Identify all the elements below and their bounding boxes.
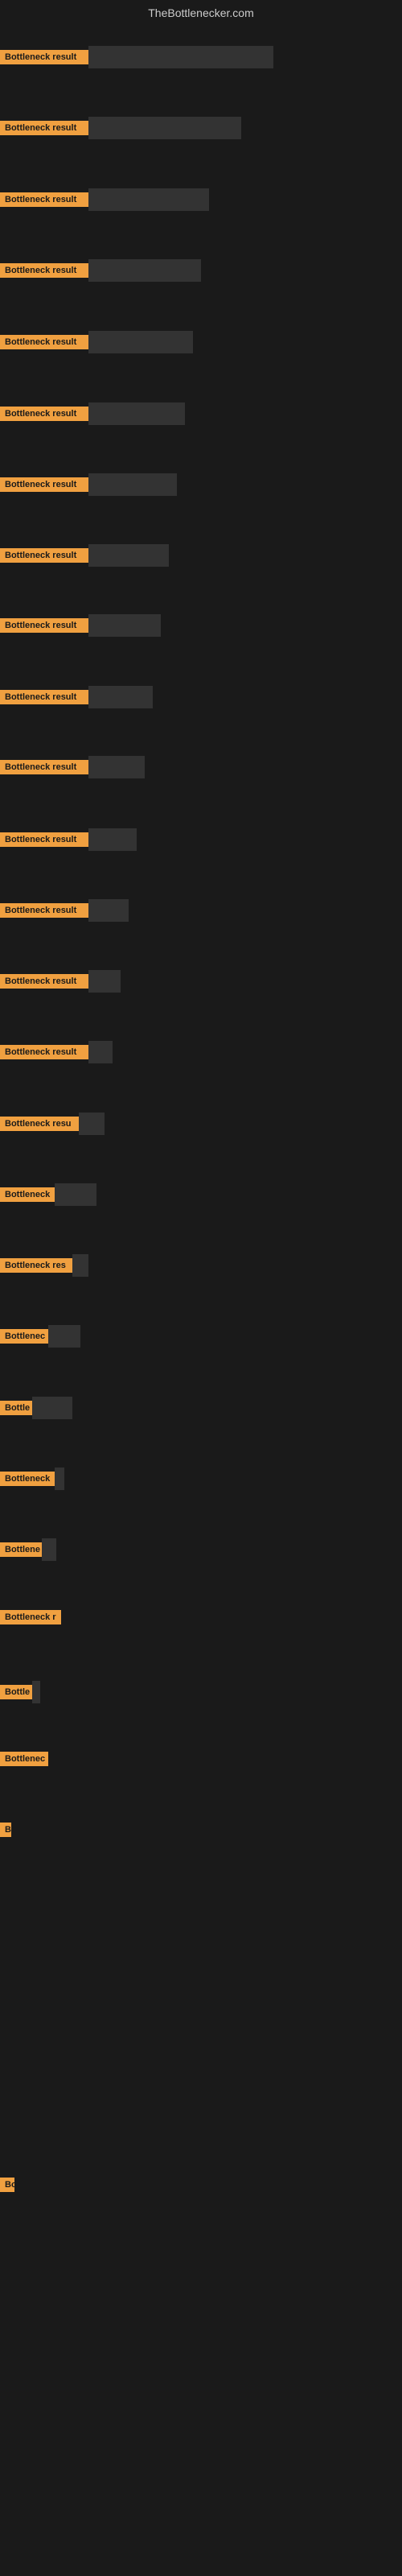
- bottleneck-result-label: Bottleneck result: [0, 477, 88, 492]
- bottleneck-bar: [88, 259, 201, 282]
- list-item: Bottleneck result: [0, 899, 129, 922]
- list-item: Bottleneck result: [0, 828, 137, 851]
- bottleneck-result-label: Bottleneck result: [0, 121, 88, 135]
- list-item: Bottleneck resu: [0, 1113, 105, 1135]
- bottleneck-result-label: Bottle: [0, 1401, 32, 1415]
- list-item: Bottlenec: [0, 1752, 48, 1766]
- bottleneck-result-label: Bottlene: [0, 1542, 42, 1557]
- bottleneck-result-label: Bottlenec: [0, 1329, 48, 1344]
- bottleneck-bar: [42, 1538, 56, 1561]
- bottleneck-result-label: Bottleneck result: [0, 618, 88, 633]
- bottleneck-result-label: Bottle: [0, 1685, 32, 1699]
- bottleneck-bar: [88, 46, 273, 68]
- list-item: Bottleneck result: [0, 473, 177, 496]
- bottleneck-bar: [79, 1113, 105, 1135]
- bottleneck-result-label: Bottleneck result: [0, 760, 88, 774]
- bottleneck-result-label: Bottleneck r: [0, 1610, 61, 1624]
- bottleneck-bar: [88, 970, 121, 993]
- list-item: Bottleneck r: [0, 1610, 61, 1624]
- bottleneck-bar: [88, 1041, 113, 1063]
- bottleneck-bar: [32, 1681, 40, 1703]
- bottleneck-bar: [32, 1397, 72, 1419]
- list-item: Bottleneck result: [0, 259, 201, 282]
- bottleneck-bar: [88, 686, 153, 708]
- bottleneck-bar: [88, 188, 209, 211]
- list-item: Bottleneck res: [0, 1254, 88, 1277]
- list-item: Bottleneck result: [0, 756, 145, 778]
- bottleneck-bar: [88, 614, 161, 637]
- list-item: Bottleneck result: [0, 188, 209, 211]
- bottleneck-bar: [55, 1183, 96, 1206]
- bottleneck-result-label: Bottleneck result: [0, 974, 88, 989]
- list-item: Bottleneck result: [0, 614, 161, 637]
- bottleneck-result-label: Bottleneck result: [0, 903, 88, 918]
- bottleneck-result-label: Bottleneck result: [0, 1045, 88, 1059]
- bottleneck-result-label: Bottleneck result: [0, 832, 88, 847]
- list-item: Bottleneck result: [0, 46, 273, 68]
- list-item: Bottleneck: [0, 1468, 64, 1490]
- bottleneck-result-label: Bottleneck: [0, 1472, 55, 1486]
- bottleneck-bar: [88, 402, 185, 425]
- list-item: Bottleneck result: [0, 544, 169, 567]
- bottleneck-bar: [48, 1325, 80, 1348]
- bottleneck-result-label: Bottleneck result: [0, 407, 88, 421]
- bottleneck-result-label: Bottleneck result: [0, 263, 88, 278]
- bottleneck-bar: [55, 1468, 64, 1490]
- list-item: Bottleneck result: [0, 117, 241, 139]
- bottleneck-result-label: Bottleneck result: [0, 335, 88, 349]
- bottleneck-bar: [88, 117, 241, 139]
- bottleneck-result-label: Bo: [0, 2178, 14, 2192]
- bottleneck-result-label: Bottleneck result: [0, 690, 88, 704]
- list-item: Bo: [0, 2178, 14, 2192]
- list-item: Bottleneck: [0, 1183, 96, 1206]
- bottleneck-result-label: Bottleneck: [0, 1187, 55, 1202]
- bottleneck-bar: [88, 331, 193, 353]
- list-item: Bottlenec: [0, 1325, 80, 1348]
- bottleneck-result-label: B: [0, 1823, 11, 1837]
- bottleneck-bar: [88, 544, 169, 567]
- list-item: Bottleneck result: [0, 402, 185, 425]
- list-item: Bottle: [0, 1681, 40, 1703]
- list-item: Bottlene: [0, 1538, 56, 1561]
- bottleneck-bar: [88, 473, 177, 496]
- bottleneck-result-label: Bottleneck result: [0, 548, 88, 563]
- bottleneck-result-label: Bottleneck result: [0, 50, 88, 64]
- bottleneck-bar: [88, 756, 145, 778]
- list-item: B: [0, 1823, 11, 1837]
- bottleneck-bar: [72, 1254, 88, 1277]
- list-item: Bottle: [0, 1397, 72, 1419]
- bottleneck-result-label: Bottleneck result: [0, 192, 88, 207]
- list-item: Bottleneck result: [0, 970, 121, 993]
- bottleneck-bar: [88, 899, 129, 922]
- list-item: Bottleneck result: [0, 686, 153, 708]
- site-title: TheBottlenecker.com: [0, 0, 402, 23]
- list-item: Bottleneck result: [0, 1041, 113, 1063]
- bottleneck-result-label: Bottlenec: [0, 1752, 48, 1766]
- bottleneck-bar: [88, 828, 137, 851]
- list-item: Bottleneck result: [0, 331, 193, 353]
- bottleneck-result-label: Bottleneck res: [0, 1258, 72, 1273]
- bottleneck-result-label: Bottleneck resu: [0, 1117, 79, 1131]
